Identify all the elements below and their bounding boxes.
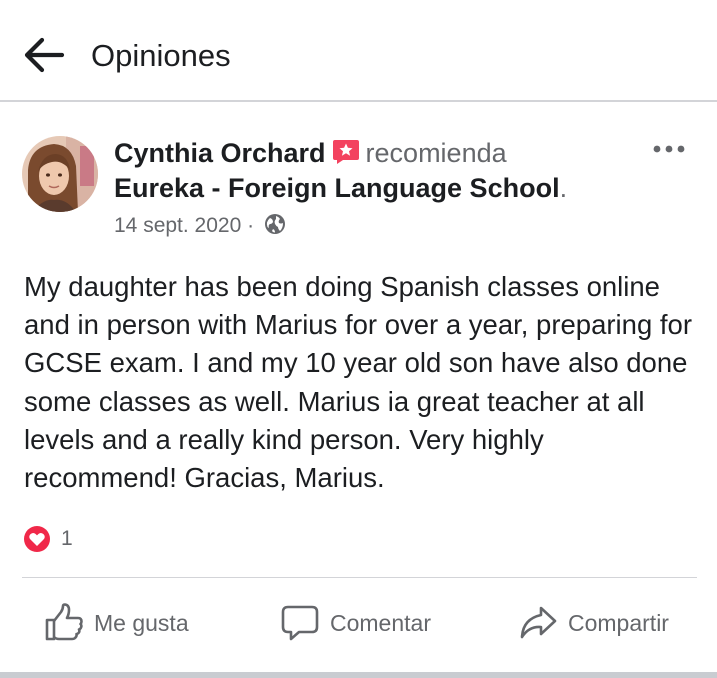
post-date[interactable]: 14 sept. 2020 xyxy=(114,214,241,237)
reaction-count: 1 xyxy=(61,527,73,550)
like-label: Me gusta xyxy=(94,609,189,636)
meta-separator: · xyxy=(241,214,260,237)
comment-bubble-icon xyxy=(281,605,319,641)
author-line: Cynthia Orchard recomienda xyxy=(114,136,507,170)
recommend-verb: recomienda xyxy=(365,138,507,168)
avatar[interactable] xyxy=(22,136,98,212)
post-text: My daughter has been doing Spanish class… xyxy=(24,271,692,494)
share-button[interactable]: Compartir xyxy=(518,600,669,646)
more-options-icon[interactable] xyxy=(652,140,686,158)
globe-icon xyxy=(264,214,285,234)
divider xyxy=(22,577,697,578)
love-reaction-icon xyxy=(22,524,52,554)
page-suffix: . xyxy=(559,173,568,203)
top-bar: Opiniones xyxy=(0,0,717,102)
share-label: Compartir xyxy=(568,609,669,636)
comment-label: Comentar xyxy=(330,609,431,636)
page-line: Eureka - Foreign Language School. xyxy=(114,171,567,205)
thumbs-up-icon xyxy=(45,603,83,641)
arrow-left-icon[interactable] xyxy=(22,36,66,74)
like-button[interactable]: Me gusta xyxy=(44,600,189,646)
share-arrow-icon xyxy=(520,606,557,639)
reactions-summary[interactable]: 1 xyxy=(22,524,73,554)
post-meta: 14 sept. 2020 · xyxy=(114,212,286,240)
page-title: Opiniones xyxy=(91,38,231,73)
author-name[interactable]: Cynthia Orchard xyxy=(114,138,326,168)
page-name[interactable]: Eureka - Foreign Language School xyxy=(114,173,560,203)
recommend-badge-icon xyxy=(332,140,359,164)
bottom-separator xyxy=(0,672,717,678)
comment-button[interactable]: Comentar xyxy=(280,600,431,646)
